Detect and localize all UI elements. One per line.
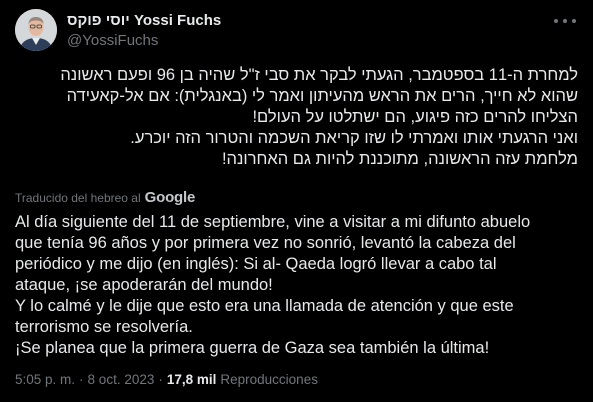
translated-text-line: terrorismo se resolvería. (15, 318, 193, 336)
views-count: 17,8 mil (166, 372, 217, 387)
translated-text-line: periódico y me dijo (en inglés): Si al- … (15, 255, 497, 273)
meta-separator: · (79, 372, 84, 387)
tweet-original-text: למחרת ה-11 בספטמבר, הגעתי לבקר את סבי ז"… (15, 65, 578, 170)
original-text-line: הצליחו להרים כזה פיגוע, הם ישתלטו על העו… (252, 108, 578, 126)
tweet-meta: 5:05 p. m. · 8 oct. 2023 · 17,8 mil Repr… (15, 372, 318, 387)
more-horizontal-icon (572, 19, 576, 23)
views-label: Reproducciones (220, 372, 318, 387)
author-handle[interactable]: @YossiFuchs (67, 31, 221, 50)
original-text-line: שהוא לא חייך, הרים את הראש מהעיתון ואמר … (66, 87, 578, 105)
avatar[interactable] (15, 9, 57, 51)
more-options-button[interactable] (554, 13, 576, 29)
meta-separator: · (158, 372, 163, 387)
translated-text-line: ¡Se planea que la primera guerra de Gaza… (15, 339, 490, 357)
author-display-name[interactable]: יוסי פוקס Yossi Fuchs (67, 11, 221, 30)
tweet-date[interactable]: 8 oct. 2023 (88, 372, 155, 387)
translated-text-line: que tenía 96 años y por primera vez no s… (15, 234, 516, 252)
original-text-line: מלחמת עזה הראשונה, מתוכננת להיות גם האחר… (221, 150, 578, 168)
more-horizontal-icon (563, 19, 567, 23)
tweet-header: יוסי פוקס Yossi Fuchs @YossiFuchs (15, 9, 578, 51)
original-text-line: למחרת ה-11 בספטמבר, הגעתי לבקר את סבי ז"… (60, 66, 578, 84)
original-text-line: ואני הרגעתי אותו ואמרתי לו שזו קריאת השכ… (130, 129, 578, 147)
translation-notice[interactable]: Traducido del hebreo al Google (15, 189, 195, 206)
author-names: יוסי פוקס Yossi Fuchs @YossiFuchs (67, 11, 221, 50)
tweet-time[interactable]: 5:05 p. m. (15, 372, 75, 387)
avatar-portrait-icon (15, 9, 57, 51)
more-horizontal-icon (554, 19, 558, 23)
translation-notice-label: Traducido del hebreo al (15, 190, 141, 205)
translated-text-line: ataque, ¡se apoderarán del mundo! (15, 276, 273, 294)
tweet-translated-text: Al día siguiente del 11 de septiembre, v… (15, 212, 585, 359)
translated-text-line: Al día siguiente del 11 de septiembre, v… (15, 213, 531, 231)
google-logo: Google (144, 189, 196, 206)
translated-text-line: Y lo calmé y le dije que esto era una ll… (15, 297, 514, 315)
tweet: יוסי פוקס Yossi Fuchs @YossiFuchs למחרת … (0, 0, 593, 402)
